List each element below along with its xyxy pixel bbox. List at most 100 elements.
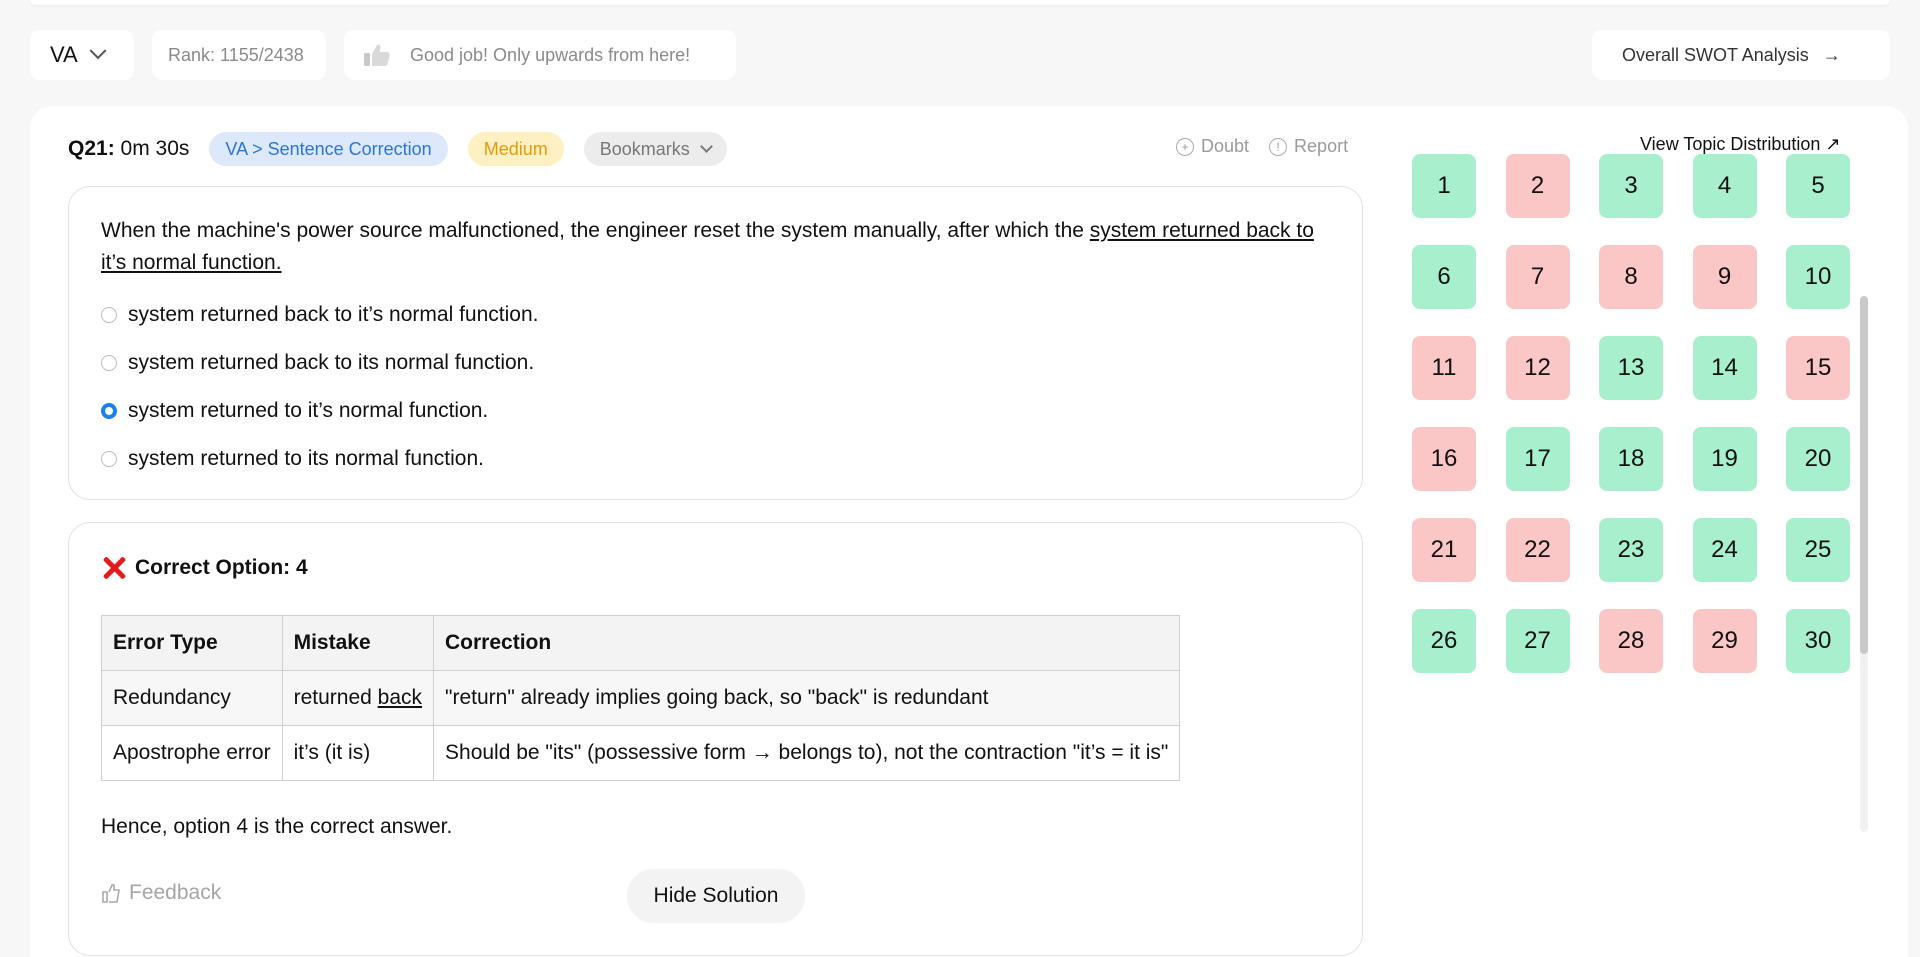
table-row: Apostrophe error it’s (it is) Should be …: [101, 725, 1181, 781]
question-nav-15[interactable]: 15: [1786, 336, 1850, 400]
question-time: 0m 30s: [120, 137, 190, 160]
chevron-down-icon: [699, 140, 713, 153]
correct-option-line: Correct Option: 4: [101, 555, 308, 581]
report-button[interactable]: ! Report: [1269, 136, 1348, 157]
swot-analysis-button[interactable]: Overall SWOT Analysis →: [1592, 30, 1890, 80]
correct-option-label: Correct Option: 4: [135, 556, 308, 579]
question-header: Q21: 0m 30s VA > Sentence Correction Med…: [68, 132, 727, 166]
question-nav-30[interactable]: 30: [1786, 609, 1850, 673]
question-nav-7[interactable]: 7: [1505, 245, 1570, 309]
question-nav-26[interactable]: 26: [1412, 609, 1476, 673]
table-cell: Redundancy: [101, 670, 283, 726]
top-bar: VA Rank: 1155/2438 Good job! Only upward…: [30, 30, 1890, 80]
table-cell: Apostrophe error: [101, 725, 283, 781]
question-card: Q21: 0m 30s VA > Sentence Correction Med…: [30, 106, 1908, 957]
question-nav-18[interactable]: 18: [1599, 427, 1663, 491]
section-label: VA: [50, 42, 78, 67]
rank-text: Rank: 1155/2438: [168, 44, 304, 65]
question-nav-2[interactable]: 2: [1505, 154, 1570, 218]
thumbs-feedback-icon: [101, 882, 121, 904]
doubt-label: Doubt: [1201, 136, 1250, 156]
question-actions: + Doubt ! Report: [1176, 136, 1368, 157]
mistake-underlined: back: [377, 686, 423, 709]
hide-solution-button[interactable]: Hide Solution: [627, 869, 805, 923]
scrollbar-thumb[interactable]: [1860, 296, 1868, 654]
table-header: Mistake: [281, 615, 435, 671]
top-strip: [30, 0, 1890, 5]
message-text: Good job! Only upwards from here!: [410, 44, 691, 65]
radio-button[interactable]: [101, 451, 117, 467]
solution-box: Correct Option: 4 Error Type Mistake Cor…: [68, 522, 1363, 956]
rank-badge: Rank: 1155/2438: [152, 30, 326, 80]
report-label: Report: [1294, 136, 1349, 156]
question-nav-17[interactable]: 17: [1505, 427, 1570, 491]
option-3[interactable]: system returned to it’s normal function.: [101, 387, 538, 435]
question-nav-19[interactable]: 19: [1692, 427, 1757, 491]
question-nav-14[interactable]: 14: [1692, 336, 1757, 400]
radio-button[interactable]: [101, 355, 117, 371]
section-select[interactable]: VA: [30, 30, 134, 80]
bookmarks-dropdown[interactable]: Bookmarks: [583, 132, 727, 166]
view-topic-distribution-link[interactable]: View Topic Distribution ↗: [1640, 134, 1841, 155]
motivation-message: Good job! Only upwards from here!: [344, 30, 736, 80]
table-cell: it’s (it is): [281, 725, 435, 781]
question-number: Q21: 0m 30s: [68, 137, 189, 161]
table-cell: Should be "its" (possessive form → belon…: [433, 725, 1181, 781]
option-text: system returned to its normal function.: [128, 447, 484, 470]
question-nav-1[interactable]: 1: [1412, 154, 1476, 218]
question-nav-20[interactable]: 20: [1786, 427, 1850, 491]
table-row: Redundancy returned back "return" alread…: [101, 670, 1181, 726]
question-nav-28[interactable]: 28: [1599, 609, 1663, 673]
feedback-label: Feedback: [129, 881, 222, 904]
thumbs-up-icon: [362, 42, 392, 68]
option-text: system returned back to its normal funct…: [128, 351, 535, 374]
question-nav-5[interactable]: 5: [1786, 154, 1850, 218]
table-cell: "return" already implies going back, so …: [433, 670, 1181, 726]
question-text: When the machine's power source malfunct…: [101, 215, 1321, 279]
option-2[interactable]: system returned back to its normal funct…: [101, 339, 538, 387]
chevron-down-icon: [89, 42, 107, 60]
option-4[interactable]: system returned to its normal function.: [101, 435, 538, 483]
question-nav-3[interactable]: 3: [1599, 154, 1663, 218]
question-nav-24[interactable]: 24: [1692, 518, 1757, 582]
question-nav-27[interactable]: 27: [1505, 609, 1570, 673]
topic-tag[interactable]: VA > Sentence Correction: [209, 132, 448, 166]
question-nav-29[interactable]: 29: [1692, 609, 1757, 673]
radio-button[interactable]: [101, 307, 117, 323]
question-nav-21[interactable]: 21: [1412, 518, 1476, 582]
info-circle-icon: !: [1269, 137, 1288, 156]
option-text: system returned back to it’s normal func…: [128, 303, 539, 326]
option-1[interactable]: system returned back to it’s normal func…: [101, 291, 538, 339]
question-nav-16[interactable]: 16: [1412, 427, 1476, 491]
question-label: Q21:: [68, 137, 115, 160]
cross-icon: [101, 555, 127, 581]
question-nav-12[interactable]: 12: [1505, 336, 1570, 400]
question-nav-23[interactable]: 23: [1599, 518, 1663, 582]
swot-label: Overall SWOT Analysis: [1622, 44, 1809, 65]
mistake-text: returned: [293, 686, 378, 709]
doubt-button[interactable]: + Doubt: [1176, 136, 1249, 157]
table-cell: returned back: [281, 670, 435, 726]
difficulty-badge: Medium: [467, 132, 564, 166]
navigator-scrollbar[interactable]: [1860, 296, 1868, 832]
feedback-button[interactable]: Feedback: [101, 881, 221, 905]
question-nav-22[interactable]: 22: [1505, 518, 1570, 582]
question-nav-9[interactable]: 9: [1692, 245, 1757, 309]
bookmarks-label: Bookmarks: [599, 138, 690, 159]
question-text-main: When the machine's power source malfunct…: [101, 219, 1090, 242]
question-nav-13[interactable]: 13: [1599, 336, 1663, 400]
question-nav-11[interactable]: 11: [1412, 336, 1476, 400]
options-list: system returned back to it’s normal func…: [101, 291, 538, 483]
question-box: When the machine's power source malfunct…: [68, 186, 1363, 500]
question-navigator: 1 2 3 4 5 6 7 8 9 10 11 12 13 14 15 16 17 18 19 20 21 22 23 24 2…: [1412, 154, 1850, 687]
option-text: system returned to it’s normal function.: [128, 399, 489, 422]
arrow-right-icon: →: [1822, 44, 1841, 65]
solution-conclusion: Hence, option 4 is the correct answer.: [101, 815, 453, 838]
question-nav-25[interactable]: 25: [1786, 518, 1850, 582]
question-nav-6[interactable]: 6: [1412, 245, 1476, 309]
question-nav-8[interactable]: 8: [1599, 245, 1663, 309]
table-header: Correction: [433, 615, 1181, 671]
question-nav-10[interactable]: 10: [1786, 245, 1850, 309]
question-nav-4[interactable]: 4: [1692, 154, 1757, 218]
radio-button[interactable]: [101, 403, 117, 419]
